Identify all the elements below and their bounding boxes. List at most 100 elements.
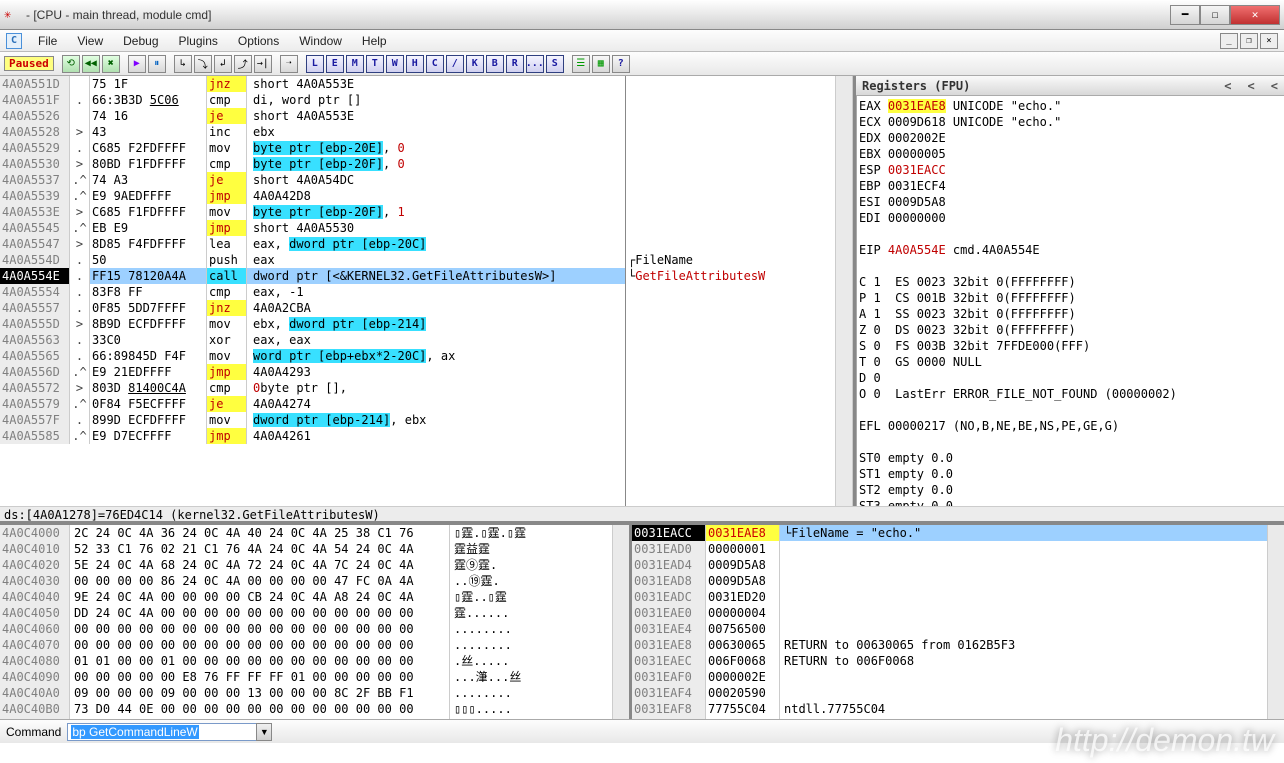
registers-body[interactable]: EAX 0031EAE8 UNICODE "echo."ECX 0009D618… bbox=[856, 96, 1284, 506]
disasm-row[interactable]: 4A0A5585.^E9 D7ECFFFFjmp4A0A4261 bbox=[0, 428, 625, 444]
disasm-row[interactable]: 4A0A557F.899D ECFDFFFFmovdword ptr [ebp-… bbox=[0, 412, 625, 428]
mdi-minimize[interactable]: _ bbox=[1220, 33, 1238, 49]
disasm-row[interactable]: 4A0A5530>80BD F1FDFFFFcmpbyte ptr [ebp-2… bbox=[0, 156, 625, 172]
hex-row[interactable]: 4A0C409000 00 00 00 00 E8 76 FF FF FF 01… bbox=[0, 669, 612, 685]
stack-row[interactable]: 0031EAD80009D5A8 bbox=[632, 573, 1267, 589]
goto-button[interactable]: ➝ bbox=[280, 55, 298, 73]
disasm-row[interactable]: 4A0A554E.FF15 78120A4Acalldword ptr [<&K… bbox=[0, 268, 625, 284]
stack-pane[interactable]: 0031EACC0031EAE8└FileName = "echo."0031E… bbox=[632, 525, 1284, 734]
step-over-button[interactable]: ⤵ bbox=[194, 55, 212, 73]
register-line[interactable]: ST2 empty 0.0 bbox=[859, 482, 1282, 498]
command-input[interactable]: bp GetCommandLineW bbox=[67, 723, 257, 741]
stack-row[interactable]: 0031EAEC006F0068RETURN to 006F0068 bbox=[632, 653, 1267, 669]
stack-row[interactable]: 0031EAE400756500 bbox=[632, 621, 1267, 637]
disasm-row[interactable]: 4A0A5565.66:89845D F4Fmovword ptr [ebp+e… bbox=[0, 348, 625, 364]
register-line[interactable]: EBX 00000005 bbox=[859, 146, 1282, 162]
menu-plugins[interactable]: Plugins bbox=[169, 32, 228, 50]
register-line[interactable]: D 0 bbox=[859, 370, 1282, 386]
disasm-row[interactable]: 4A0A5547>8D85 F4FDFFFFleaeax, dword ptr … bbox=[0, 236, 625, 252]
register-line[interactable]: EIP 4A0A554E cmd.4A0A554E bbox=[859, 242, 1282, 258]
toolbar-letter-B[interactable]: B bbox=[486, 55, 504, 73]
menu-view[interactable]: View bbox=[67, 32, 113, 50]
pause-button[interactable]: ⏸ bbox=[148, 55, 166, 73]
disasm-row[interactable]: 4A0A554D.50pusheax bbox=[0, 252, 625, 268]
stack-scrollbar[interactable] bbox=[1267, 525, 1284, 734]
registers-title[interactable]: Registers (FPU) <<< bbox=[856, 76, 1284, 96]
disasm-row[interactable]: 4A0A552674 16jeshort 4A0A553E bbox=[0, 108, 625, 124]
hex-row[interactable]: 4A0C408001 01 00 00 01 00 00 00 00 00 00… bbox=[0, 653, 612, 669]
menu-file[interactable]: File bbox=[28, 32, 67, 50]
register-line[interactable]: EDI 00000000 bbox=[859, 210, 1282, 226]
register-line[interactable]: EBP 0031ECF4 bbox=[859, 178, 1282, 194]
register-line[interactable]: EDX 0002002E bbox=[859, 130, 1282, 146]
register-line[interactable]: T 0 GS 0000 NULL bbox=[859, 354, 1282, 370]
chevron-left-icon[interactable]: < bbox=[1271, 79, 1278, 93]
disasm-row[interactable]: 4A0A551D75 1Fjnzshort 4A0A553E bbox=[0, 76, 625, 92]
maximize-button[interactable]: ☐ bbox=[1200, 5, 1230, 25]
hex-dump-pane[interactable]: 4A0C40002C 24 0C 4A 36 24 0C 4A 40 24 0C… bbox=[0, 525, 632, 734]
mdi-close[interactable]: × bbox=[1260, 33, 1278, 49]
hex-row[interactable]: 4A0C4050DD 24 0C 4A 00 00 00 00 00 00 00… bbox=[0, 605, 612, 621]
register-line[interactable]: C 1 ES 0023 32bit 0(FFFFFFFF) bbox=[859, 274, 1282, 290]
minimize-button[interactable]: ━ bbox=[1170, 5, 1200, 25]
disasm-row[interactable]: 4A0A5572>803D 81400C4Acmp0byte ptr [], bbox=[0, 380, 625, 396]
run-button[interactable]: ▶ bbox=[128, 55, 146, 73]
toolbar-letter-T[interactable]: T bbox=[366, 55, 384, 73]
hex-row[interactable]: 4A0C40205E 24 0C 4A 68 24 0C 4A 72 24 0C… bbox=[0, 557, 612, 573]
disasm-row[interactable]: 4A0A5545.^EB E9jmpshort 4A0A5530 bbox=[0, 220, 625, 236]
disasm-row[interactable]: 4A0A5529.C685 F2FDFFFFmovbyte ptr [ebp-2… bbox=[0, 140, 625, 156]
toolbar-letter-E[interactable]: E bbox=[326, 55, 344, 73]
disasm-row[interactable]: 4A0A5579.^0F84 F5ECFFFFje4A0A4274 bbox=[0, 396, 625, 412]
toolbar-letter-/[interactable]: / bbox=[446, 55, 464, 73]
grid-button-2[interactable]: ▦ bbox=[592, 55, 610, 73]
register-line[interactable]: EAX 0031EAE8 UNICODE "echo." bbox=[859, 98, 1282, 114]
toolbar-letter-S[interactable]: S bbox=[546, 55, 564, 73]
step-into-button[interactable]: ↳ bbox=[174, 55, 192, 73]
disasm-scrollbar[interactable] bbox=[835, 76, 852, 506]
trace-into-button[interactable]: ↲ bbox=[214, 55, 232, 73]
grid-button[interactable]: ☰ bbox=[572, 55, 590, 73]
disasm-row[interactable]: 4A0A556D.^E9 21EDFFFFjmp4A0A4293 bbox=[0, 364, 625, 380]
stack-row[interactable]: 0031EACC0031EAE8└FileName = "echo." bbox=[632, 525, 1267, 541]
register-line[interactable]: EFL 00000217 (NO,B,NE,BE,NS,PE,GE,G) bbox=[859, 418, 1282, 434]
toolbar-letter-...[interactable]: ... bbox=[526, 55, 544, 73]
stack-row[interactable]: 0031EAF00000002E bbox=[632, 669, 1267, 685]
hex-row[interactable]: 4A0C40002C 24 0C 4A 36 24 0C 4A 40 24 0C… bbox=[0, 525, 612, 541]
chevron-left-icon[interactable]: < bbox=[1224, 79, 1231, 93]
register-line[interactable]: ST0 empty 0.0 bbox=[859, 450, 1282, 466]
execute-till-return[interactable]: →| bbox=[254, 55, 272, 73]
stop-button[interactable]: ✖ bbox=[102, 55, 120, 73]
disasm-row[interactable]: 4A0A551F.66:3B3D 5C06cmpdi, word ptr [] bbox=[0, 92, 625, 108]
stack-row[interactable]: 0031EAD000000001 bbox=[632, 541, 1267, 557]
rewind-button[interactable]: ◀◀ bbox=[82, 55, 100, 73]
toolbar-letter-M[interactable]: M bbox=[346, 55, 364, 73]
register-line[interactable] bbox=[859, 226, 1282, 242]
toolbar-letter-K[interactable]: K bbox=[466, 55, 484, 73]
toolbar-letter-H[interactable]: H bbox=[406, 55, 424, 73]
register-line[interactable]: ECX 0009D618 UNICODE "echo." bbox=[859, 114, 1282, 130]
register-line[interactable]: S 0 FS 003B 32bit 7FFDE000(FFF) bbox=[859, 338, 1282, 354]
register-line[interactable] bbox=[859, 434, 1282, 450]
register-line[interactable] bbox=[859, 402, 1282, 418]
hex-row[interactable]: 4A0C407000 00 00 00 00 00 00 00 00 00 00… bbox=[0, 637, 612, 653]
hex-row[interactable]: 4A0C40B073 D0 44 0E 00 00 00 00 00 00 00… bbox=[0, 701, 612, 717]
menu-options[interactable]: Options bbox=[228, 32, 289, 50]
cpu-icon[interactable]: C bbox=[6, 33, 22, 49]
stack-row[interactable]: 0031EAE000000004 bbox=[632, 605, 1267, 621]
hex-row[interactable]: 4A0C406000 00 00 00 00 00 00 00 00 00 00… bbox=[0, 621, 612, 637]
mdi-restore[interactable]: ❐ bbox=[1240, 33, 1258, 49]
stack-row[interactable]: 0031EAE800630065RETURN to 00630065 from … bbox=[632, 637, 1267, 653]
toolbar-letter-L[interactable]: L bbox=[306, 55, 324, 73]
toolbar-letter-W[interactable]: W bbox=[386, 55, 404, 73]
stack-row[interactable]: 0031EAF400020590 bbox=[632, 685, 1267, 701]
hex-row[interactable]: 4A0C401052 33 C1 76 02 21 C1 76 4A 24 0C… bbox=[0, 541, 612, 557]
disasm-row[interactable]: 4A0A555D>8B9D ECFDFFFFmovebx, dword ptr … bbox=[0, 316, 625, 332]
disasm-row[interactable]: 4A0A5537.^74 A3jeshort 4A0A54DC bbox=[0, 172, 625, 188]
stack-row[interactable]: 0031EADC0031ED20 bbox=[632, 589, 1267, 605]
disasm-row[interactable]: 4A0A5554.83F8 FFcmpeax, -1 bbox=[0, 284, 625, 300]
hex-row[interactable]: 4A0C403000 00 00 00 86 24 0C 4A 00 00 00… bbox=[0, 573, 612, 589]
trace-over-button[interactable]: ⤴ bbox=[234, 55, 252, 73]
register-line[interactable]: A 1 SS 0023 32bit 0(FFFFFFFF) bbox=[859, 306, 1282, 322]
disassembly-listing[interactable]: 4A0A551D75 1Fjnzshort 4A0A553E4A0A551F.6… bbox=[0, 76, 853, 506]
disasm-row[interactable]: 4A0A5563.33C0xoreax, eax bbox=[0, 332, 625, 348]
